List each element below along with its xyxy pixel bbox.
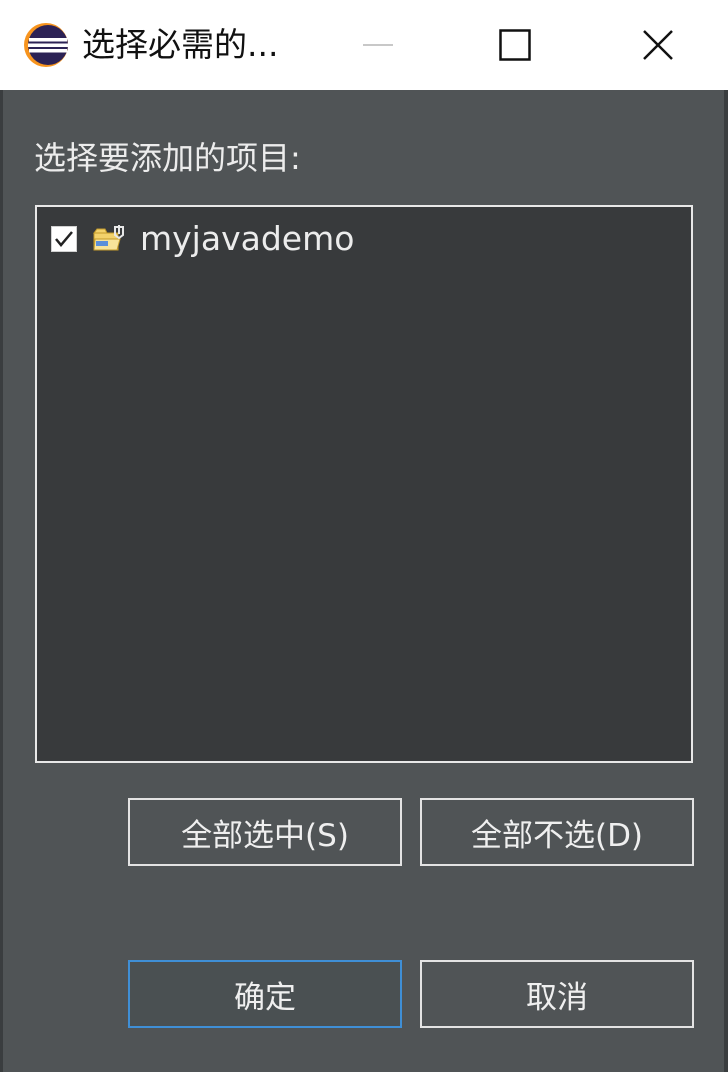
list-item[interactable]: myjavademo <box>51 217 354 261</box>
prompt-label: 选择要添加的项目: <box>34 139 301 177</box>
project-checkbox[interactable] <box>51 226 77 252</box>
title-bar[interactable]: 选择必需的... <box>0 0 728 90</box>
window-title: 选择必需的... <box>82 25 279 64</box>
project-name: myjavademo <box>140 219 355 258</box>
eclipse-icon <box>24 23 68 67</box>
window-edge-right <box>724 90 728 1072</box>
minimize-icon <box>363 44 393 46</box>
window-edge-left <box>0 90 3 1072</box>
checkmark-icon <box>55 231 73 247</box>
cancel-button[interactable]: 取消 <box>420 960 694 1028</box>
dialog-window: 选择必需的... 选择要添加的项目: myjavademo 全部选中(S) 全部… <box>0 0 728 1072</box>
java-project-folder-icon <box>93 225 124 251</box>
maximize-button[interactable] <box>455 0 575 90</box>
minimize-button[interactable] <box>318 0 438 90</box>
close-button[interactable] <box>598 0 718 90</box>
ok-button[interactable]: 确定 <box>128 960 402 1028</box>
close-icon <box>643 30 673 60</box>
select-all-button[interactable]: 全部选中(S) <box>128 798 402 866</box>
deselect-all-button[interactable]: 全部不选(D) <box>420 798 694 866</box>
maximize-icon <box>499 29 531 61</box>
project-list[interactable]: myjavademo <box>35 205 693 763</box>
